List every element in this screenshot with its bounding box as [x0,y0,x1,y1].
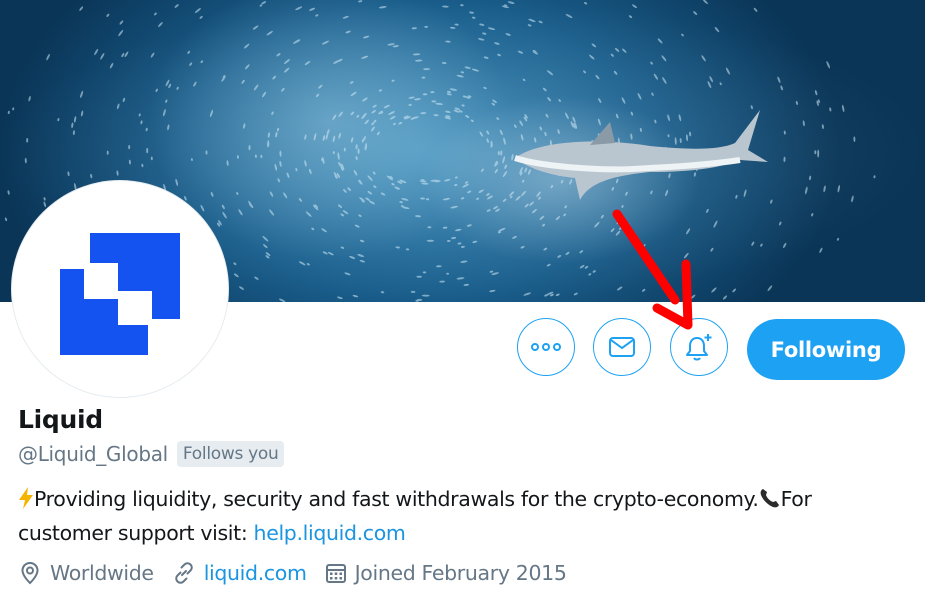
liquid-logo [60,233,180,355]
phone-icon [759,487,781,518]
follows-you-badge: Follows you [176,441,285,467]
website-link[interactable]: liquid.com [204,561,307,585]
joined-text: Joined February 2015 [354,561,567,585]
more-dots-icon [531,343,561,351]
lightning-icon [18,487,34,518]
notifications-button[interactable] [670,318,728,376]
help-link[interactable]: help.liquid.com [254,521,406,545]
handle: @Liquid_Global [18,442,168,466]
more-options-button[interactable] [517,318,575,376]
fish-dot [427,226,432,229]
profile-bio: Providing liquidity, security and fast w… [18,484,908,549]
calendar-icon [325,564,346,583]
bell-plus-icon [686,334,712,361]
joined-item: Joined February 2015 [325,561,567,585]
location-pin-icon [21,561,39,585]
envelope-icon [609,337,635,357]
website-item: liquid.com [172,561,307,585]
message-button[interactable] [593,318,651,376]
bio-text-1: Providing liquidity, security and fast w… [34,487,759,511]
profile-avatar[interactable] [12,181,228,397]
display-name: Liquid [18,405,103,434]
profile-meta: Worldwide liquid.com Joined February 201… [18,561,585,585]
handle-row: @Liquid_Global Follows you [18,441,285,467]
fish-dot [426,239,435,242]
location-item: Worldwide [18,561,154,585]
following-button[interactable]: Following [747,319,905,380]
location-text: Worldwide [50,561,154,585]
fish-dot [146,147,149,154]
link-icon [174,562,193,584]
